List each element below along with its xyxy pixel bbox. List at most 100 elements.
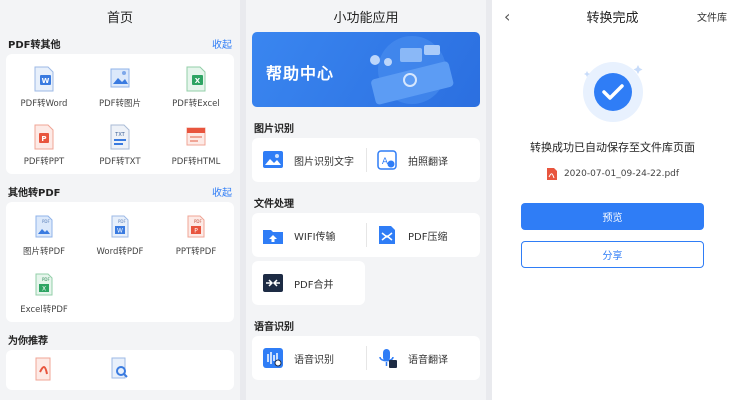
tools-title: 小功能应用 [333,10,399,26]
pdf-merge-button[interactable]: PDF合并 [252,261,365,305]
word-doc-icon: W [33,66,55,92]
pdf-file-icon [546,168,557,180]
item-label: 拍照翻译 [408,156,448,168]
voice-translate-button[interactable]: 语音翻译 [366,336,480,380]
group-heading: 语音识别 [254,321,294,333]
voice-recognize-icon [263,348,283,368]
pdf-compress-icon [379,226,395,244]
excel-to-pdf-item[interactable]: PDF X Excel转PDF [6,264,82,322]
recommend-card [6,350,234,390]
pdf-to-other-heading: PDF转其他 [8,39,61,51]
image-to-pdf-item[interactable]: PDF 图片转PDF [6,206,82,264]
voice-translate-icon [379,349,397,368]
collapse-link[interactable]: 收起 [212,184,232,199]
search-doc-icon [109,356,131,382]
svg-text:TXT: TXT [114,132,125,138]
success-illustration [492,32,733,127]
txt-doc-icon: TXT [109,124,131,150]
item-label: 语音翻译 [408,354,448,366]
html-doc-icon [185,124,207,150]
item-label: PPT转PDF [175,246,217,257]
collapse-link[interactable]: 收起 [212,36,232,51]
home-screen: 首页 PDF转其他 收起 W PDF转Word PDF转图片 X PDF转Exc… [0,0,240,400]
conversion-done-screen: ‹ 转换完成 文件库 转换成功已自动保存至文件库页面 2020-07-01_09… [492,0,733,400]
image-text-icon [263,151,283,168]
item-label: PDF合并 [294,279,334,291]
done-title: 转换完成 [586,10,639,26]
recommend-item[interactable] [82,356,158,390]
item-label: PDF压缩 [408,231,448,243]
svg-text:PDF: PDF [42,219,50,224]
pdf-to-html-item[interactable]: PDF转HTML [158,116,234,174]
image-text-button[interactable]: 图片识别文字 [252,138,366,182]
pdf-compress-button[interactable]: PDF压缩 [366,213,480,257]
banner-title: 帮助中心 [266,64,335,83]
group-heading: 图片识别 [254,123,294,135]
item-label: PDF转HTML [171,156,221,167]
photo-translate-button[interactable]: A 拍照翻译 [366,138,480,182]
file-row[interactable]: 2020-07-01_09-24-22.pdf [492,167,733,181]
pdf-to-image-item[interactable]: PDF转图片 [82,58,158,116]
item-label: Excel转PDF [20,304,68,315]
svg-text:PDF: PDF [118,219,126,224]
home-title: 首页 [106,10,133,26]
pdf-to-ppt-item[interactable]: P PDF转PPT [6,116,82,174]
back-button[interactable]: ‹ [504,7,510,26]
photo-translate-icon: A [377,150,397,170]
wifi-transfer-button[interactable]: WIFI传输 [252,213,366,257]
other-to-pdf-card: PDF 图片转PDF PDF W Word转PDF PDF P PPT转PDF PD… [6,202,234,322]
pdf-merge-icon [263,274,283,292]
svg-text:PDF: PDF [194,219,202,224]
file-name: 2020-07-01_09-24-22.pdf [563,169,680,179]
image-doc-icon [109,66,131,92]
share-button[interactable]: 分享 [521,241,704,268]
done-topbar: ‹ 转换完成 文件库 [492,0,733,32]
svg-text:X: X [195,77,201,85]
success-message: 转换成功已自动保存至文件库页面 [530,141,695,154]
ppt-to-pdf-item[interactable]: PDF P PPT转PDF [158,206,234,264]
image-pdf-icon: PDF [33,214,55,240]
app-screens: 首页 PDF转其他 收起 W PDF转Word PDF转图片 X PDF转Exc… [0,0,733,400]
ppt-doc-icon: P [33,124,55,150]
wifi-transfer-icon [263,230,283,244]
recommend-heading: 为你推荐 [8,335,48,347]
word-pdf-icon: PDF W [109,214,131,240]
pdf-to-other-header: PDF转其他 收起 [0,32,240,54]
tools-screen: 小功能应用 帮助中心 图片识别 图片识别文字 A 拍照翻译 文件处理 WIFI传… [246,0,486,400]
svg-text:P: P [41,135,46,143]
pdf-to-txt-item[interactable]: TXT PDF转TXT [82,116,158,174]
svg-text:P: P [194,227,198,234]
pdf-to-word-item[interactable]: W PDF转Word [6,58,82,116]
success-check-icon [582,62,643,122]
file-processing-row: WIFI传输 PDF压缩 [252,213,480,257]
item-label: 图片识别文字 [294,156,354,168]
svg-text:PDF: PDF [42,277,50,282]
svg-text:W: W [42,77,50,85]
help-center-banner[interactable]: 帮助中心 [252,32,480,107]
recommend-item[interactable] [6,356,82,390]
voice-recognition-row: 语音识别 语音翻译 [252,336,480,380]
file-library-link[interactable]: 文件库 [697,9,727,24]
group-heading: 文件处理 [254,198,294,210]
other-to-pdf-heading: 其他转PDF [8,187,61,199]
word-to-pdf-item[interactable]: PDF W Word转PDF [82,206,158,264]
item-label: PDF转图片 [98,98,141,109]
image-recognition-row: 图片识别文字 A 拍照翻译 [252,138,480,182]
item-label: 图片转PDF [22,246,66,257]
item-label: 语音识别 [294,354,334,366]
svg-text:W: W [117,227,123,234]
other-to-pdf-header: 其他转PDF 收起 [0,180,240,202]
ppt-pdf-icon: PDF P [185,214,207,240]
preview-button[interactable]: 预览 [521,203,704,230]
item-label: Word转PDF [96,246,144,257]
svg-text:X: X [42,285,46,292]
recommend-header: 为你推荐 [0,328,240,350]
item-label: PDF转PPT [23,156,65,167]
item-label: PDF转Word [20,98,68,109]
voice-recognize-button[interactable]: 语音识别 [252,336,366,380]
pdf-to-excel-item[interactable]: X PDF转Excel [158,58,234,116]
pdf-to-other-card: W PDF转Word PDF转图片 X PDF转Excel P PDF转PPT … [6,54,234,174]
item-label: PDF转TXT [99,156,141,167]
pdf-doc-icon [33,356,55,382]
excel-pdf-icon: PDF X [33,272,55,298]
